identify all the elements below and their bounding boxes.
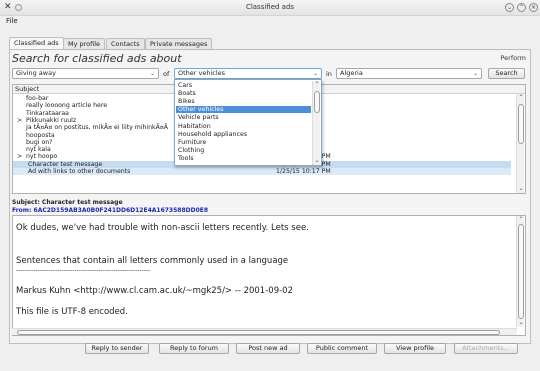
window-title: Classified ads	[245, 3, 295, 11]
category-option[interactable]: Cars	[176, 82, 311, 89]
in-label: in	[326, 70, 332, 78]
list-item-subject: bugi on?	[26, 138, 53, 146]
scroll-up-icon[interactable]: ⌃	[517, 217, 525, 223]
scroll-down-icon[interactable]: ⌄	[517, 320, 525, 326]
chevron-down-icon: ⌄	[472, 70, 478, 77]
search-button[interactable]: Search	[488, 68, 525, 79]
tab-classified-ads[interactable]: Classified ads	[9, 37, 64, 49]
list-item-subject: nyt hoopo	[26, 153, 58, 161]
category-option[interactable]: Other vehicles	[176, 106, 311, 114]
country-value: Algeria	[340, 69, 363, 77]
attachments-label: Attachments...	[462, 344, 510, 352]
scroll-down-icon[interactable]: ⌄	[517, 186, 525, 192]
body-line: This file is UTF-8 encoded.	[16, 307, 128, 317]
category-value: Other vehicles	[178, 69, 226, 77]
category-option[interactable]: Vehicle parts	[176, 114, 311, 121]
view-profile-label: View profile	[395, 344, 435, 352]
expand-arrow-icon[interactable]: >	[17, 117, 22, 124]
ad-type-select[interactable]: Giving away ⌄	[12, 68, 159, 79]
message-subject: Subject: Character test message	[12, 199, 123, 206]
minimize-icon[interactable]: ⌄	[505, 3, 514, 12]
body-divider: ----------------------------------------…	[16, 267, 151, 274]
list-item-subject: Ad with links to other documents	[28, 168, 131, 175]
body-line: Sentences that contain all letters commo…	[16, 256, 289, 266]
category-option[interactable]: Household appliances	[176, 131, 311, 138]
category-option[interactable]: Clothing	[176, 147, 311, 154]
list-item-subject: foo-bar	[26, 95, 49, 102]
list-item-date: 1/25/15 10:17 PM	[276, 168, 331, 175]
body-scrollbar[interactable]: ⌃ ⌄	[516, 216, 524, 327]
reply-to-forum-label: Reply to forum	[169, 344, 219, 352]
scroll-up-icon[interactable]: ⌃	[313, 82, 321, 88]
category-select[interactable]: Other vehicles ⌄	[174, 68, 322, 79]
perform-label: Perform	[500, 54, 526, 62]
attachments-button[interactable]: Attachments...	[454, 343, 518, 354]
menu-bar: File	[0, 16, 540, 28]
view-profile-button[interactable]: View profile	[384, 343, 446, 354]
reply-to-forum-button[interactable]: Reply to forum	[159, 343, 229, 354]
message-from[interactable]: From: 6AC2D159AB3A0B0F241DD6D12E4A167358…	[12, 207, 208, 215]
dropdown-scroll-thumb[interactable]	[314, 91, 320, 113]
message-header: Subject: Character test message From: 6A…	[12, 199, 208, 214]
body-line: Ok dudes, we've had trouble with non-asc…	[16, 223, 309, 233]
list-item-subject: hooposta	[26, 131, 55, 139]
category-option[interactable]: Habitation	[176, 123, 311, 130]
body-scroll-thumb[interactable]	[518, 224, 524, 319]
message-body[interactable]: Ok dudes, we've had trouble with non-asc…	[12, 215, 526, 336]
ad-type-value: Giving away	[16, 69, 56, 77]
list-item-subject: Tinkarataaraa	[26, 109, 69, 117]
category-option[interactable]: Tools	[176, 155, 311, 162]
list-scroll-thumb[interactable]	[518, 104, 524, 144]
post-new-ad-button[interactable]: Post new ad	[236, 343, 300, 354]
scroll-up-icon[interactable]: ⌃	[517, 95, 525, 101]
body-horizontal-scrollbar[interactable]	[12, 328, 517, 335]
menu-file[interactable]: File	[6, 17, 18, 25]
list-scrollbar[interactable]: ⌃ ⌄	[516, 94, 525, 193]
tab-contacts[interactable]: Contacts	[106, 38, 145, 49]
close-icon[interactable]: ×	[529, 3, 538, 12]
of-label: of	[163, 70, 170, 78]
list-item-subject: really loooong article here	[26, 102, 108, 110]
search-heading: Search for classified ads about	[12, 52, 182, 65]
category-option[interactable]: Furniture	[176, 139, 311, 146]
list-item[interactable]: Ad with links to other documents 1/25/15 …	[13, 168, 511, 175]
category-option[interactable]: Bikes	[176, 98, 311, 105]
list-item-subject: Character test message	[28, 160, 103, 168]
chevron-down-icon: ⌄	[149, 70, 155, 77]
tab-private-messages[interactable]: Private messages	[145, 38, 213, 49]
list-item-subject: nyt kala	[26, 146, 51, 154]
reply-to-sender-label: Reply to sender	[91, 344, 143, 352]
body-line: Markus Kuhn <http://www.cl.cam.ac.uk/~mg…	[16, 286, 293, 296]
chevron-down-icon: ⌄	[312, 70, 318, 77]
public-comment-button[interactable]: Public comment	[307, 343, 377, 354]
post-new-ad-label: Post new ad	[248, 344, 288, 352]
category-dropdown[interactable]: Cars Boats Bikes Other vehicles Vehicle part…	[174, 79, 322, 166]
category-option[interactable]: Boats	[176, 90, 311, 97]
app-window: ✕ Classified ads ⌄ ⌃ × File Classified a…	[0, 0, 540, 371]
country-select[interactable]: Algeria ⌄	[336, 68, 482, 79]
list-item-subject: Pikkunakki ruulz	[26, 116, 77, 124]
reply-to-sender-button[interactable]: Reply to sender	[85, 343, 149, 354]
dropdown-scrollbar[interactable]: ⌃ ⌄	[312, 81, 320, 165]
scroll-down-icon[interactable]: ⌄	[313, 158, 321, 164]
expand-arrow-icon[interactable]: >	[17, 153, 22, 160]
public-comment-label: Public comment	[315, 344, 369, 352]
horizontal-scroll-thumb[interactable]	[17, 330, 500, 335]
maximize-icon[interactable]: ⌃	[517, 3, 526, 12]
title-bar: ✕ Classified ads ⌄ ⌃ ×	[0, 0, 540, 16]
list-item-subject: Ja tÃ¤Ã¤ on postitus, mikÃ¤ ei liity mih…	[26, 124, 169, 132]
tab-my-profile[interactable]: My profile	[63, 38, 106, 49]
